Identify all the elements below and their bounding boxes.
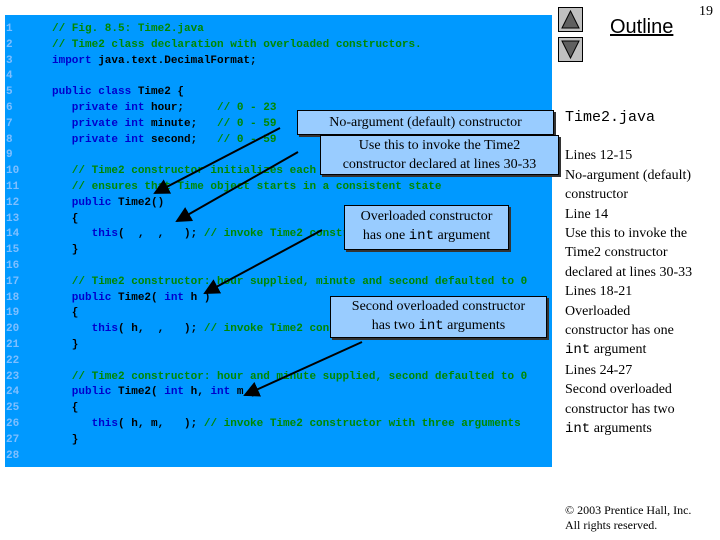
outline-text: arguments [590, 421, 652, 437]
outline-note-line: Use this to invoke the [565, 224, 692, 243]
outline-text: Second overloaded [565, 382, 672, 398]
callout-text: Overloaded constructor [360, 209, 493, 224]
arrow-line [175, 151, 299, 222]
callout-text: constructor declared at lines 30-33 [342, 157, 537, 172]
callout-two-args: Second overloaded constructor has two in… [330, 296, 547, 338]
callout-code: int [408, 228, 434, 244]
arrow-line [203, 229, 323, 294]
copyright-line: © 2003 Prentice Hall, Inc. [565, 503, 692, 517]
callout-text: Use this to invoke the Time2 [358, 138, 521, 153]
outline-text: Overloaded [565, 303, 631, 319]
outline-note-line: constructor [565, 185, 692, 204]
outline-note-line: No-argument (default) [565, 166, 692, 185]
page-number: 19 [699, 4, 713, 19]
callout-text: arguments [443, 318, 506, 333]
outline-text: Time2 constructor [565, 245, 668, 261]
outline-notes: Time2.java Lines 12-15 No-argument (defau… [565, 108, 692, 440]
callout-text: Second overloaded constructor [351, 299, 526, 314]
next-slide-button[interactable] [558, 37, 583, 62]
copyright: © 2003 Prentice Hall, Inc. All rights re… [565, 503, 691, 533]
outline-text: argument [590, 342, 647, 358]
outline-text: Lines 24-27 [565, 362, 633, 378]
outline-note-line: constructor has one [565, 321, 692, 340]
callout-one-arg: Overloaded constructor has one int argum… [344, 205, 509, 250]
outline-note-line: int arguments [565, 419, 692, 439]
callout-default-constructor: No-argument (default) constructor [297, 110, 554, 135]
callout-text: argument [433, 228, 491, 243]
callout-this-invoke: Use this to invoke the Time2 constructor… [320, 135, 559, 175]
callout-text: has two [371, 318, 419, 333]
outline-note-line: Lines 12-15 [565, 146, 692, 165]
previous-slide-button[interactable] [558, 7, 583, 32]
outline-note-line: Time2 constructor [565, 243, 692, 262]
outline-text: No-argument (default) [565, 167, 692, 183]
outline-text: constructor has one [565, 323, 674, 339]
outline-note-line: declared at lines 30-33 [565, 263, 692, 282]
outline-note-line: Lines 24-27 [565, 361, 692, 380]
copyright-line: All rights reserved. [565, 518, 658, 532]
outline-link[interactable]: Outline [610, 16, 673, 39]
outline-code: int [565, 342, 591, 359]
outline-filename: Time2.java [565, 109, 656, 126]
outline-text: declared at lines 30-33 [565, 264, 693, 280]
outline-text: Lines 18-21 [565, 284, 633, 300]
outline-note-line: Second overloaded [565, 380, 692, 399]
outline-note-line: Line 14 [565, 205, 692, 224]
arrow-line [153, 127, 281, 194]
callout-code: int [418, 318, 444, 334]
outline-text: Lines 12-15 [565, 148, 633, 164]
outline-text: constructor [565, 187, 628, 203]
callout-text: has one [362, 228, 409, 243]
outline-note-line: constructor has two [565, 400, 692, 419]
outline-note-line: int argument [565, 340, 692, 360]
outline-note-line: Overloaded [565, 302, 692, 321]
outline-text: constructor has two [565, 401, 675, 417]
triangle-up-icon [561, 9, 580, 29]
callout-text: No-argument (default) constructor [329, 115, 522, 130]
triangle-down-icon [561, 40, 580, 60]
arrow-line [243, 341, 363, 397]
outline-code: int [565, 421, 591, 438]
outline-text: Use this to invoke the [565, 226, 688, 242]
outline-note-line: Lines 18-21 [565, 282, 692, 301]
outline-text: Line 14 [565, 206, 609, 222]
